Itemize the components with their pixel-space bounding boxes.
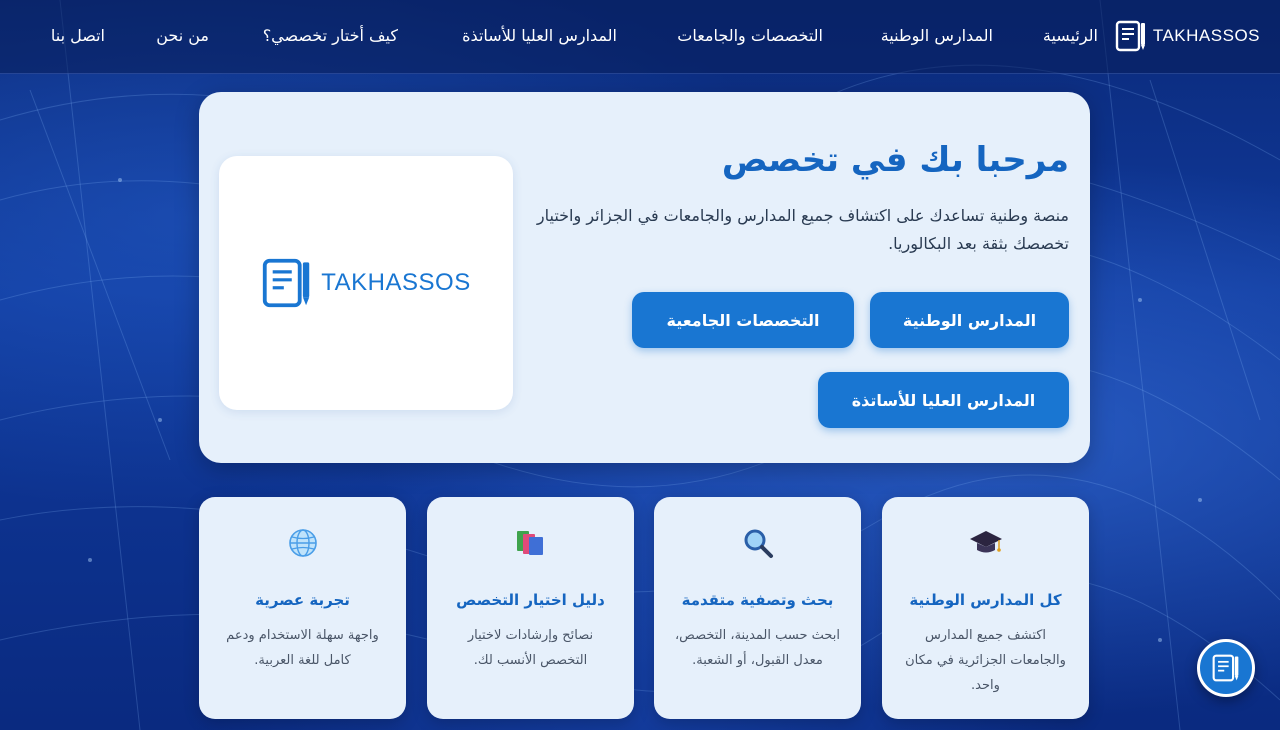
feature-card-guide: دليل اختيار التخصص نصائح وإرشادات لاختيا… <box>427 497 634 719</box>
university-specialties-button[interactable]: التخصصات الجامعية <box>632 292 854 348</box>
feature-title: كل المدارس الوطنية <box>909 591 1062 609</box>
brand-notebook-icon <box>1115 20 1145 52</box>
hero-logo-text: TAKHASSOS <box>321 269 471 296</box>
feature-description: واجهة سهلة الاستخدام ودعم كامل للغة العر… <box>226 628 379 668</box>
floating-app-button[interactable] <box>1197 639 1255 697</box>
nav-specialties-universities[interactable]: التخصصات والجامعات <box>677 26 823 45</box>
feature-description: اكتشف جميع المدارس والجامعات الجزائرية ف… <box>905 628 1066 693</box>
hero-title: مرحبا بك في تخصص <box>721 140 1069 180</box>
feature-title: بحث وتصفية متقدمة <box>681 591 834 609</box>
brand-name: TAKHASSOS <box>1152 26 1260 45</box>
higher-teacher-schools-button[interactable]: المدارس العليا للأساتذة <box>818 372 1069 428</box>
nav-home[interactable]: الرئيسية <box>1043 26 1098 45</box>
books-icon <box>516 531 543 555</box>
feature-card-search: بحث وتصفية متقدمة ابحث حسب المدينة، التخ… <box>654 497 861 719</box>
feature-title: دليل اختيار التخصص <box>456 591 605 609</box>
brand-logo[interactable]: TAKHASSOS <box>1115 19 1260 53</box>
magnifier-icon <box>744 529 773 558</box>
nav-about[interactable]: من نحن <box>156 26 209 45</box>
nav-contact[interactable]: اتصل بنا <box>51 26 105 45</box>
nav-how-to-choose[interactable]: كيف أختار تخصصي؟ <box>263 26 398 45</box>
feature-card-all-schools: كل المدارس الوطنية اكتشف جميع المدارس وا… <box>882 497 1089 719</box>
feature-title: تجربة عصرية <box>255 591 350 609</box>
hero-card: TAKHASSOS مرحبا بك في تخصص منصة وطنية تس… <box>199 92 1090 463</box>
graduation-cap-icon <box>969 531 1002 553</box>
hero-description: منصة وطنية تساعدك على اكتشاف جميع المدار… <box>536 206 1069 253</box>
nav-higher-teacher-schools[interactable]: المدارس العليا للأساتذة <box>462 26 617 45</box>
feature-description: نصائح وإرشادات لاختيار التخصص الأنسب لك. <box>467 628 594 668</box>
top-navbar: TAKHASSOS الرئيسية المدارس الوطنية التخص… <box>0 0 1280 74</box>
globe-icon <box>288 529 317 557</box>
feature-description: ابحث حسب المدينة، التخصص، معدل القبول، أ… <box>674 628 841 668</box>
hero-logo-card: TAKHASSOS <box>219 156 513 410</box>
hero-notebook-icon <box>263 258 310 308</box>
national-schools-button[interactable]: المدارس الوطنية <box>870 292 1069 348</box>
nav-national-schools[interactable]: المدارس الوطنية <box>881 26 993 45</box>
notebook-icon <box>1212 654 1239 682</box>
feature-card-modern: تجربة عصرية واجهة سهلة الاستخدام ودعم كا… <box>199 497 406 719</box>
